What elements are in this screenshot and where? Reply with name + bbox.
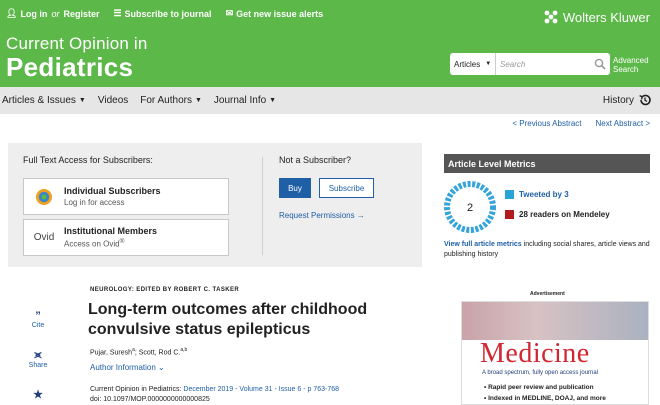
quote-icon: ” (35, 310, 41, 322)
ad-bullet: Rapid peer review and publication (484, 384, 593, 391)
ad-image (462, 302, 648, 340)
journal-title[interactable]: Pediatrics (6, 52, 133, 83)
institutional-title: Institutional Members (64, 226, 158, 237)
history-label: History (602, 94, 634, 106)
search-input[interactable]: Search (496, 60, 590, 69)
advertisement-label: Advertisement (530, 291, 565, 297)
ovid-logo: Ovid (33, 232, 55, 243)
view-metrics-link[interactable]: View full article metrics (444, 241, 522, 248)
history-button[interactable]: History (603, 93, 652, 107)
history-icon (639, 94, 651, 106)
advanced-search-link[interactable]: Advanced Search (613, 56, 649, 74)
journal-prefix[interactable]: Current Opinion in (6, 34, 148, 54)
mendeley-text: 28 readers on Mendeley (519, 210, 610, 219)
favorite-button[interactable]: ★ (26, 388, 50, 401)
tweeted-text: Tweeted by 3 (519, 190, 569, 199)
bell-icon: ✉ (225, 8, 234, 18)
advanced-search-line1: Advanced (613, 56, 649, 65)
nav-videos[interactable]: Videos (98, 95, 128, 106)
list-icon: ☰ (113, 8, 122, 18)
access-panel: Full Text Access for Subscribers: Indivi… (8, 143, 422, 267)
main-nav: Articles & Issues ▼ Videos For Authors ▼… (0, 87, 660, 114)
altmetric-score: 2 (467, 202, 473, 214)
individual-subtitle: Log in for access (64, 198, 125, 207)
next-abstract-link[interactable]: Next Abstract > (596, 119, 650, 128)
mendeley-swatch-icon (505, 210, 514, 219)
tweeted-metric[interactable]: Tweeted by 3 (505, 190, 569, 199)
registered-mark: ® (119, 238, 125, 246)
institutional-members-option[interactable]: Ovid Institutional Members Access on Ovi… (23, 219, 229, 256)
wk-logo-icon (544, 10, 558, 24)
search-bar: Articles ▼ Search (450, 53, 610, 75)
register-link[interactable]: Register (63, 9, 99, 19)
globe-icon (36, 188, 52, 205)
author-name[interactable]: Pujar, Suresh (90, 349, 132, 356)
search-scope-value: Articles (454, 59, 481, 69)
nav-label: For Authors (140, 95, 192, 106)
chevron-down-circle-icon: ⌄ (158, 363, 165, 372)
nav-label: Articles & Issues (2, 95, 76, 106)
divider (262, 157, 263, 255)
authors: Pujar, Suresha; Scott, Rod C.a,b (90, 347, 187, 356)
chevron-down-icon: ▼ (194, 97, 202, 104)
search-scope-select[interactable]: Articles ▼ (450, 53, 496, 75)
author-information-label: Author Information (90, 363, 156, 372)
chevron-down-icon: ▼ (485, 61, 492, 67)
chevron-down-icon: ▼ (269, 97, 277, 104)
metrics-description: View full article metrics including soci… (444, 240, 654, 260)
institutional-subtitle: Access on Ovid® (64, 238, 157, 249)
metrics-header: Article Level Metrics (444, 154, 650, 173)
issue-alerts-link[interactable]: Get new issue alerts (236, 9, 323, 19)
subscribe-journal-link[interactable]: Subscribe to journal (125, 9, 212, 19)
nav-journal-info[interactable]: Journal Info ▼ (214, 95, 276, 106)
twitter-swatch-icon (505, 190, 514, 199)
individual-subscribers-option[interactable]: Individual Subscribers Log in for access (23, 178, 229, 215)
search-button[interactable] (590, 53, 610, 75)
previous-abstract-link[interactable]: < Previous Abstract (512, 119, 581, 128)
individual-title: Individual Subscribers (64, 186, 161, 196)
wolters-kluwer-logo[interactable]: Wolters Kluwer (542, 8, 650, 26)
or-text: or (51, 8, 60, 19)
institutional-subtitle-text: Access on Ovid (64, 239, 120, 249)
nav-articles-issues[interactable]: Articles & Issues ▼ (2, 95, 86, 106)
nav-for-authors[interactable]: For Authors ▼ (140, 95, 202, 106)
ad-tagline: A broad spectrum, fully open access jour… (482, 370, 599, 376)
login-link[interactable]: Log in (20, 9, 47, 19)
search-icon (594, 58, 606, 70)
author-name[interactable]: ; Scott, Rod C. (135, 349, 181, 356)
advanced-search-line2: Search (613, 65, 639, 74)
citation-journal: Current Opinion in Pediatrics: (90, 386, 184, 393)
share-icon: ⪤ (34, 349, 42, 361)
request-permissions-link[interactable]: Request Permissions → (279, 211, 365, 220)
altmetric-badge[interactable]: 2 (444, 181, 496, 233)
cite-button[interactable]: ” Cite (26, 310, 50, 329)
author-affiliation: a,b (180, 347, 188, 353)
buy-button[interactable]: Buy (279, 178, 311, 198)
user-icon: 👤︎ (6, 8, 18, 18)
author-information-toggle[interactable]: Author Information ⌄ (90, 363, 165, 372)
not-subscriber-label: Not a Subscriber? (279, 155, 352, 165)
ad-brand: Medicine (480, 338, 590, 369)
citation: Current Opinion in Pediatrics: December … (90, 386, 339, 393)
article-section: NEUROLOGY: EDITED BY ROBERT C. TASKER (90, 287, 240, 293)
chevron-down-icon: ▼ (78, 97, 86, 104)
mendeley-metric[interactable]: 28 readers on Mendeley (505, 210, 610, 219)
ad-bullet: Indexed in MEDLINE, DOAJ, and more (484, 395, 606, 402)
top-links: 👤︎ Log in or Register ☰ Subscribe to jou… (6, 8, 337, 19)
issue-link[interactable]: December 2019 - Volume 31 - Issue 6 - p … (183, 386, 339, 393)
site-header: 👤︎ Log in or Register ☰ Subscribe to jou… (0, 0, 660, 87)
share-label: Share (28, 362, 48, 369)
article-title: Long-term outcomes after childhood convu… (88, 301, 368, 338)
doi: doi: 10.1097/MOP.0000000000000825 (90, 396, 210, 403)
nav-label: Videos (97, 95, 129, 106)
share-button[interactable]: ⪤ Share (26, 349, 50, 369)
cite-label: Cite (31, 322, 45, 329)
brand-name: Wolters Kluwer (562, 9, 650, 25)
access-title: Full Text Access for Subscribers: (23, 155, 153, 165)
abstract-pager: < Previous Abstract Next Abstract > (498, 119, 650, 128)
star-icon: ★ (33, 389, 43, 401)
advertisement-banner[interactable]: Medicine A broad spectrum, fully open ac… (461, 301, 649, 405)
subscribe-button[interactable]: Subscribe (319, 178, 374, 198)
nav-label: Journal Info (213, 95, 267, 106)
